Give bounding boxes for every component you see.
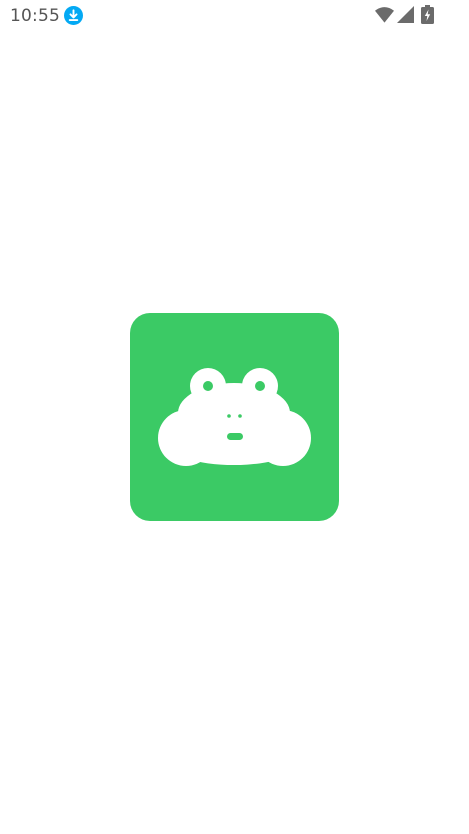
splash-screen: 10:55 [0, 0, 469, 834]
download-icon [64, 6, 83, 25]
battery-charging-icon [421, 5, 434, 24]
status-bar: 10:55 [0, 0, 469, 32]
frog-cloud-icon [130, 313, 339, 521]
wifi-icon [375, 7, 394, 23]
status-time: 10:55 [10, 6, 60, 26]
signal-icon [397, 6, 414, 23]
